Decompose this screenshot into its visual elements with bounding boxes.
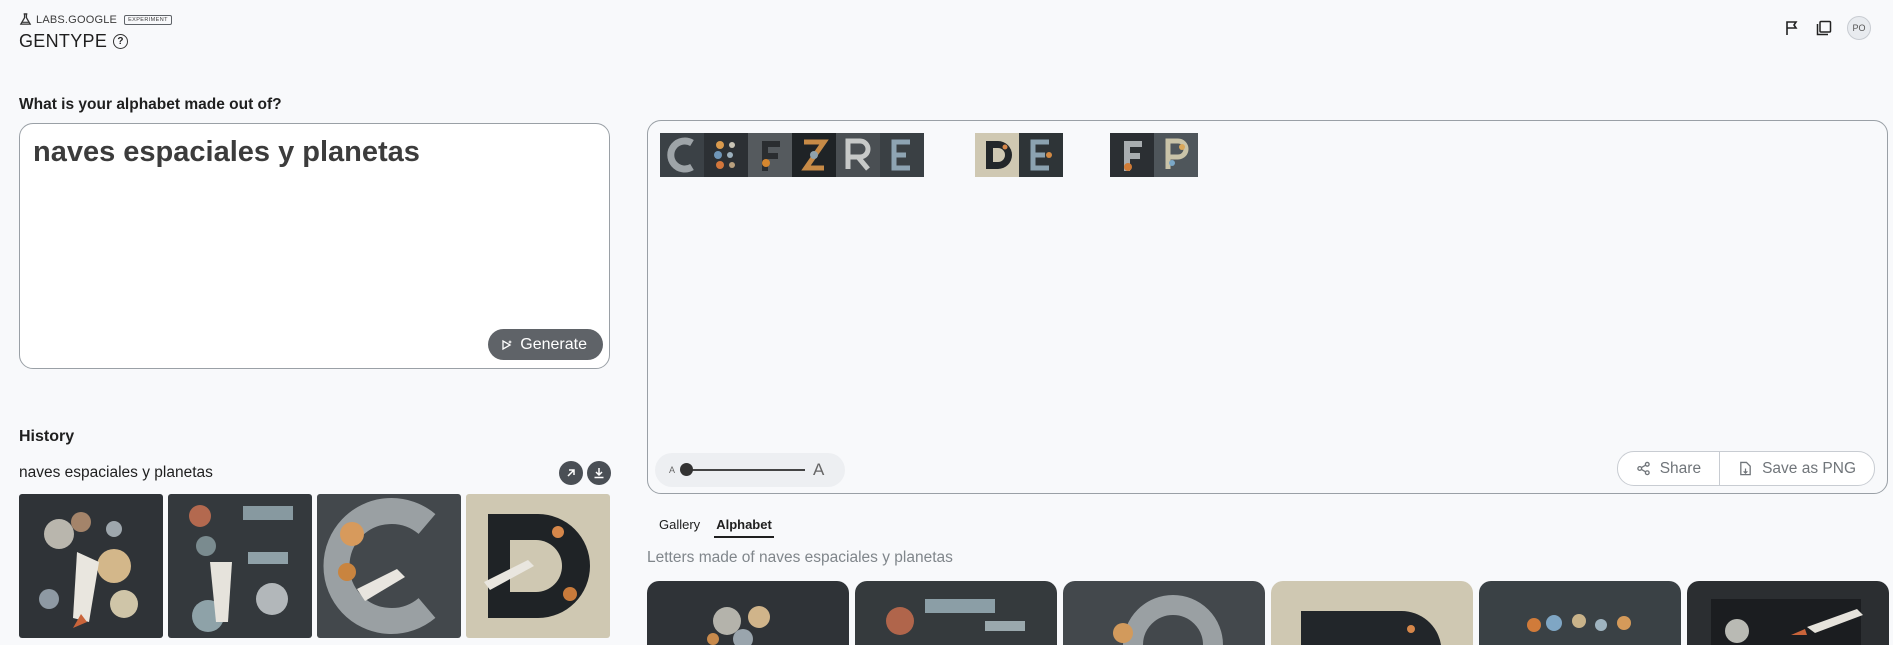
word-3 [1110, 133, 1198, 177]
size-small-label: A [669, 465, 676, 475]
share-label: Share [1659, 459, 1702, 477]
glyph-tile [660, 133, 704, 177]
slider-handle[interactable] [680, 463, 694, 476]
glyph-tile [1154, 133, 1198, 177]
history-thumbnails [19, 494, 610, 638]
download-icon[interactable] [587, 461, 611, 485]
avatar[interactable]: PO [1847, 16, 1871, 40]
size-large-label: A [813, 460, 825, 479]
top-toolbar: PO [1783, 16, 1871, 40]
brand-title: GENTYPE [19, 31, 108, 51]
save-png-label: Save as PNG [1762, 459, 1856, 477]
size-slider[interactable]: A A [655, 453, 845, 487]
glyph-tile [748, 133, 792, 177]
alphabet-gallery [647, 581, 1889, 645]
glyph-tile [792, 133, 836, 177]
save-file-icon [1740, 461, 1751, 476]
glyph-tile [1110, 133, 1154, 177]
gallery-tile-d[interactable] [1271, 581, 1473, 645]
flag-icon[interactable] [1783, 19, 1801, 37]
tab-gallery[interactable]: Gallery [657, 515, 702, 538]
gallery-tile-b[interactable] [855, 581, 1057, 645]
gallery-tile-a[interactable] [647, 581, 849, 645]
glyph-tile [1019, 133, 1063, 177]
labs-label: LABS.GOOGLE [36, 13, 118, 26]
prompt-input[interactable]: naves espaciales y planetas Generate [19, 123, 610, 369]
open-icon[interactable] [559, 461, 583, 485]
history-item-label[interactable]: naves espaciales y planetas [19, 464, 213, 482]
tab-alphabet[interactable]: Alphabet [714, 515, 774, 538]
word-2 [975, 133, 1063, 177]
glyph-tile [880, 133, 924, 177]
generate-button[interactable]: Generate [488, 329, 603, 360]
save-png-button[interactable]: Save as PNG [1720, 452, 1874, 485]
history-thumb-d[interactable] [466, 494, 610, 638]
history-title: History [19, 428, 75, 445]
app-brand: GENTYPE ? [19, 31, 129, 52]
history-thumb-c[interactable] [317, 494, 461, 638]
labs-logo[interactable]: LABS.GOOGLE EXPERIMENT [19, 13, 172, 26]
slider-track[interactable] [680, 463, 806, 476]
gallery-tile-c[interactable] [1063, 581, 1265, 645]
sparkle-icon [502, 339, 513, 350]
glyph-tile [836, 133, 880, 177]
word-1 [660, 133, 924, 177]
help-icon[interactable]: ? [113, 34, 129, 49]
share-icon [1636, 461, 1650, 476]
history-actions [559, 461, 611, 485]
preview-canvas: A A Share Save as PNG [647, 120, 1888, 494]
history-thumb-a[interactable] [19, 494, 163, 638]
glyph-tile [975, 133, 1019, 177]
gallery-tile-f[interactable] [1687, 581, 1889, 645]
gallery-caption: Letters made of naves espaciales y plane… [647, 549, 953, 566]
view-tabs: Gallery Alphabet [657, 515, 774, 538]
prompt-question: What is your alphabet made out of? [19, 96, 282, 113]
gallery-tile-e[interactable] [1479, 581, 1681, 645]
beaker-icon [19, 13, 32, 25]
glyph-tile [704, 133, 748, 177]
gallery-icon[interactable] [1815, 19, 1833, 37]
preview-actions: Share Save as PNG [1616, 451, 1875, 486]
prompt-text[interactable]: naves espaciales y planetas [33, 136, 420, 169]
generate-label: Generate [520, 335, 587, 353]
share-button[interactable]: Share [1618, 452, 1719, 485]
history-thumb-b[interactable] [168, 494, 312, 638]
experiment-badge: EXPERIMENT [124, 14, 172, 25]
